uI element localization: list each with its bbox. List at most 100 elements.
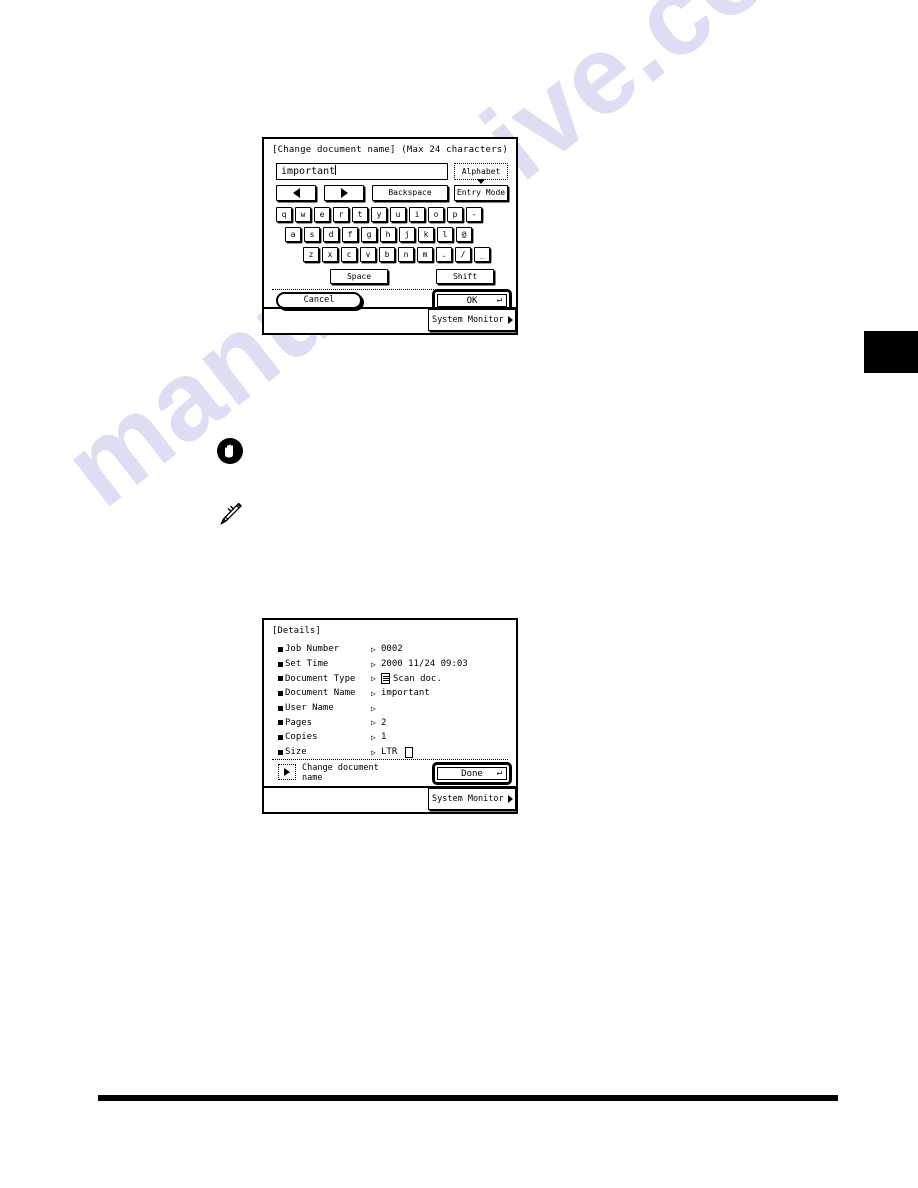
keyboard-row-1: q w e r t y u i o p - bbox=[276, 207, 482, 222]
detail-label: Document Name bbox=[285, 688, 356, 699]
detail-label: Copies bbox=[285, 732, 318, 743]
detail-label: User Name bbox=[285, 703, 334, 714]
key[interactable]: t bbox=[352, 207, 368, 222]
space-button[interactable]: Space bbox=[330, 269, 388, 284]
important-hand-icon bbox=[216, 437, 244, 465]
entry-mode-button[interactable]: Entry Mode bbox=[454, 185, 508, 201]
text-caret bbox=[335, 165, 337, 175]
key[interactable]: h bbox=[380, 227, 396, 242]
key[interactable]: q bbox=[276, 207, 292, 222]
note-pencil-icon bbox=[215, 498, 245, 528]
key[interactable]: m bbox=[417, 247, 433, 262]
ok-button-inner: OK ↵ bbox=[437, 294, 507, 307]
bullet-icon bbox=[278, 705, 283, 711]
triangle-right-icon bbox=[284, 768, 290, 776]
enter-arrow-icon: ↵ bbox=[496, 768, 502, 778]
triangle-right-icon: ▷ bbox=[371, 747, 376, 757]
key[interactable]: r bbox=[333, 207, 349, 222]
cursor-right-button[interactable] bbox=[324, 185, 364, 201]
key[interactable]: s bbox=[304, 227, 320, 242]
triangle-right-icon: ▷ bbox=[371, 659, 376, 669]
key[interactable]: y bbox=[371, 207, 387, 222]
key[interactable]: j bbox=[399, 227, 415, 242]
document-name-input-value: important bbox=[281, 166, 336, 177]
triangle-right-icon: ▷ bbox=[371, 644, 376, 654]
done-label: Done bbox=[461, 768, 483, 779]
enter-arrow-icon: ↵ bbox=[496, 295, 502, 305]
key[interactable]: e bbox=[314, 207, 330, 222]
key[interactable]: d bbox=[323, 227, 339, 242]
key[interactable]: x bbox=[322, 247, 338, 262]
change-document-name-label: Change document name bbox=[302, 763, 379, 783]
scan-document-icon bbox=[381, 673, 390, 685]
key[interactable]: f bbox=[342, 227, 358, 242]
detail-label: Pages bbox=[285, 717, 313, 728]
key[interactable]: / bbox=[455, 247, 471, 262]
key[interactable]: n bbox=[398, 247, 414, 262]
triangle-right-icon: ▷ bbox=[371, 732, 376, 742]
bullet-icon bbox=[278, 690, 283, 696]
detail-label: Set Time bbox=[285, 659, 329, 670]
bullet-icon bbox=[278, 676, 283, 682]
detail-value: 2000 11/24 09:03 bbox=[381, 659, 468, 670]
detail-value: Scan doc. bbox=[393, 673, 442, 684]
key[interactable]: z bbox=[303, 247, 319, 262]
ok-label: OK bbox=[466, 295, 478, 306]
key[interactable]: v bbox=[360, 247, 376, 262]
detail-row-document-type: Document Type ▷ Scan doc. bbox=[278, 671, 510, 686]
detail-row-pages: Pages ▷ 2 bbox=[278, 715, 510, 730]
system-monitor-label: System Monitor bbox=[432, 315, 504, 325]
key[interactable]: u bbox=[390, 207, 406, 222]
triangle-right-icon: ▷ bbox=[371, 674, 376, 684]
shift-button[interactable]: Shift bbox=[436, 269, 494, 284]
status-bar: System Monitor bbox=[264, 786, 516, 812]
backspace-button[interactable]: Backspace bbox=[372, 185, 448, 201]
key[interactable]: w bbox=[295, 207, 311, 222]
key[interactable]: _ bbox=[474, 247, 490, 262]
document-name-input[interactable]: important bbox=[276, 163, 448, 180]
key[interactable]: k bbox=[418, 227, 434, 242]
screen-title: [Change document name] (Max 24 character… bbox=[272, 145, 508, 155]
triangle-right-icon: ▷ bbox=[371, 703, 376, 713]
key[interactable]: c bbox=[341, 247, 357, 262]
key[interactable]: o bbox=[428, 207, 444, 222]
detail-row-document-name: Document Name ▷ important bbox=[278, 686, 510, 701]
key[interactable]: . bbox=[436, 247, 452, 262]
system-monitor-button[interactable]: System Monitor bbox=[428, 309, 516, 331]
backspace-label: Backspace bbox=[388, 188, 432, 197]
details-list: Job Number ▷ 0002 Set Time ▷ 2000 11/24 … bbox=[278, 642, 510, 760]
key[interactable]: a bbox=[285, 227, 301, 242]
screen-title: [Details] bbox=[272, 626, 321, 636]
key[interactable]: g bbox=[361, 227, 377, 242]
divider bbox=[272, 759, 508, 760]
bullet-icon bbox=[278, 734, 283, 740]
alphabet-mode-button[interactable]: Alphabet bbox=[454, 163, 508, 184]
system-monitor-button[interactable]: System Monitor bbox=[428, 788, 516, 810]
change-document-name-button[interactable] bbox=[278, 764, 296, 780]
key[interactable]: b bbox=[379, 247, 395, 262]
detail-value: LTR bbox=[381, 747, 398, 758]
key[interactable]: @ bbox=[456, 227, 472, 242]
detail-row-user-name: User Name ▷ bbox=[278, 701, 510, 716]
bullet-icon bbox=[278, 749, 283, 755]
triangle-right-icon bbox=[340, 188, 348, 198]
bullet-icon bbox=[278, 646, 283, 652]
footer-rule bbox=[98, 1095, 838, 1101]
alphabet-mode-label: Alphabet bbox=[461, 166, 501, 176]
paper-portrait-icon bbox=[405, 746, 414, 758]
status-bar: System Monitor bbox=[264, 307, 516, 333]
space-label: Space bbox=[346, 271, 372, 281]
key[interactable]: l bbox=[437, 227, 453, 242]
entry-mode-label: Entry Mode bbox=[456, 188, 506, 197]
change-document-name-screen: [Change document name] (Max 24 character… bbox=[262, 137, 518, 335]
shift-label: Shift bbox=[452, 271, 478, 281]
cursor-left-button[interactable] bbox=[276, 185, 316, 201]
key[interactable]: i bbox=[409, 207, 425, 222]
system-monitor-label: System Monitor bbox=[432, 794, 504, 804]
key[interactable]: p bbox=[447, 207, 463, 222]
cancel-label: Cancel bbox=[303, 295, 335, 306]
key[interactable]: - bbox=[466, 207, 482, 222]
detail-row-set-time: Set Time ▷ 2000 11/24 09:03 bbox=[278, 657, 510, 672]
chapter-thumb-tab bbox=[864, 331, 918, 373]
done-button[interactable]: Done ↵ bbox=[432, 762, 512, 785]
